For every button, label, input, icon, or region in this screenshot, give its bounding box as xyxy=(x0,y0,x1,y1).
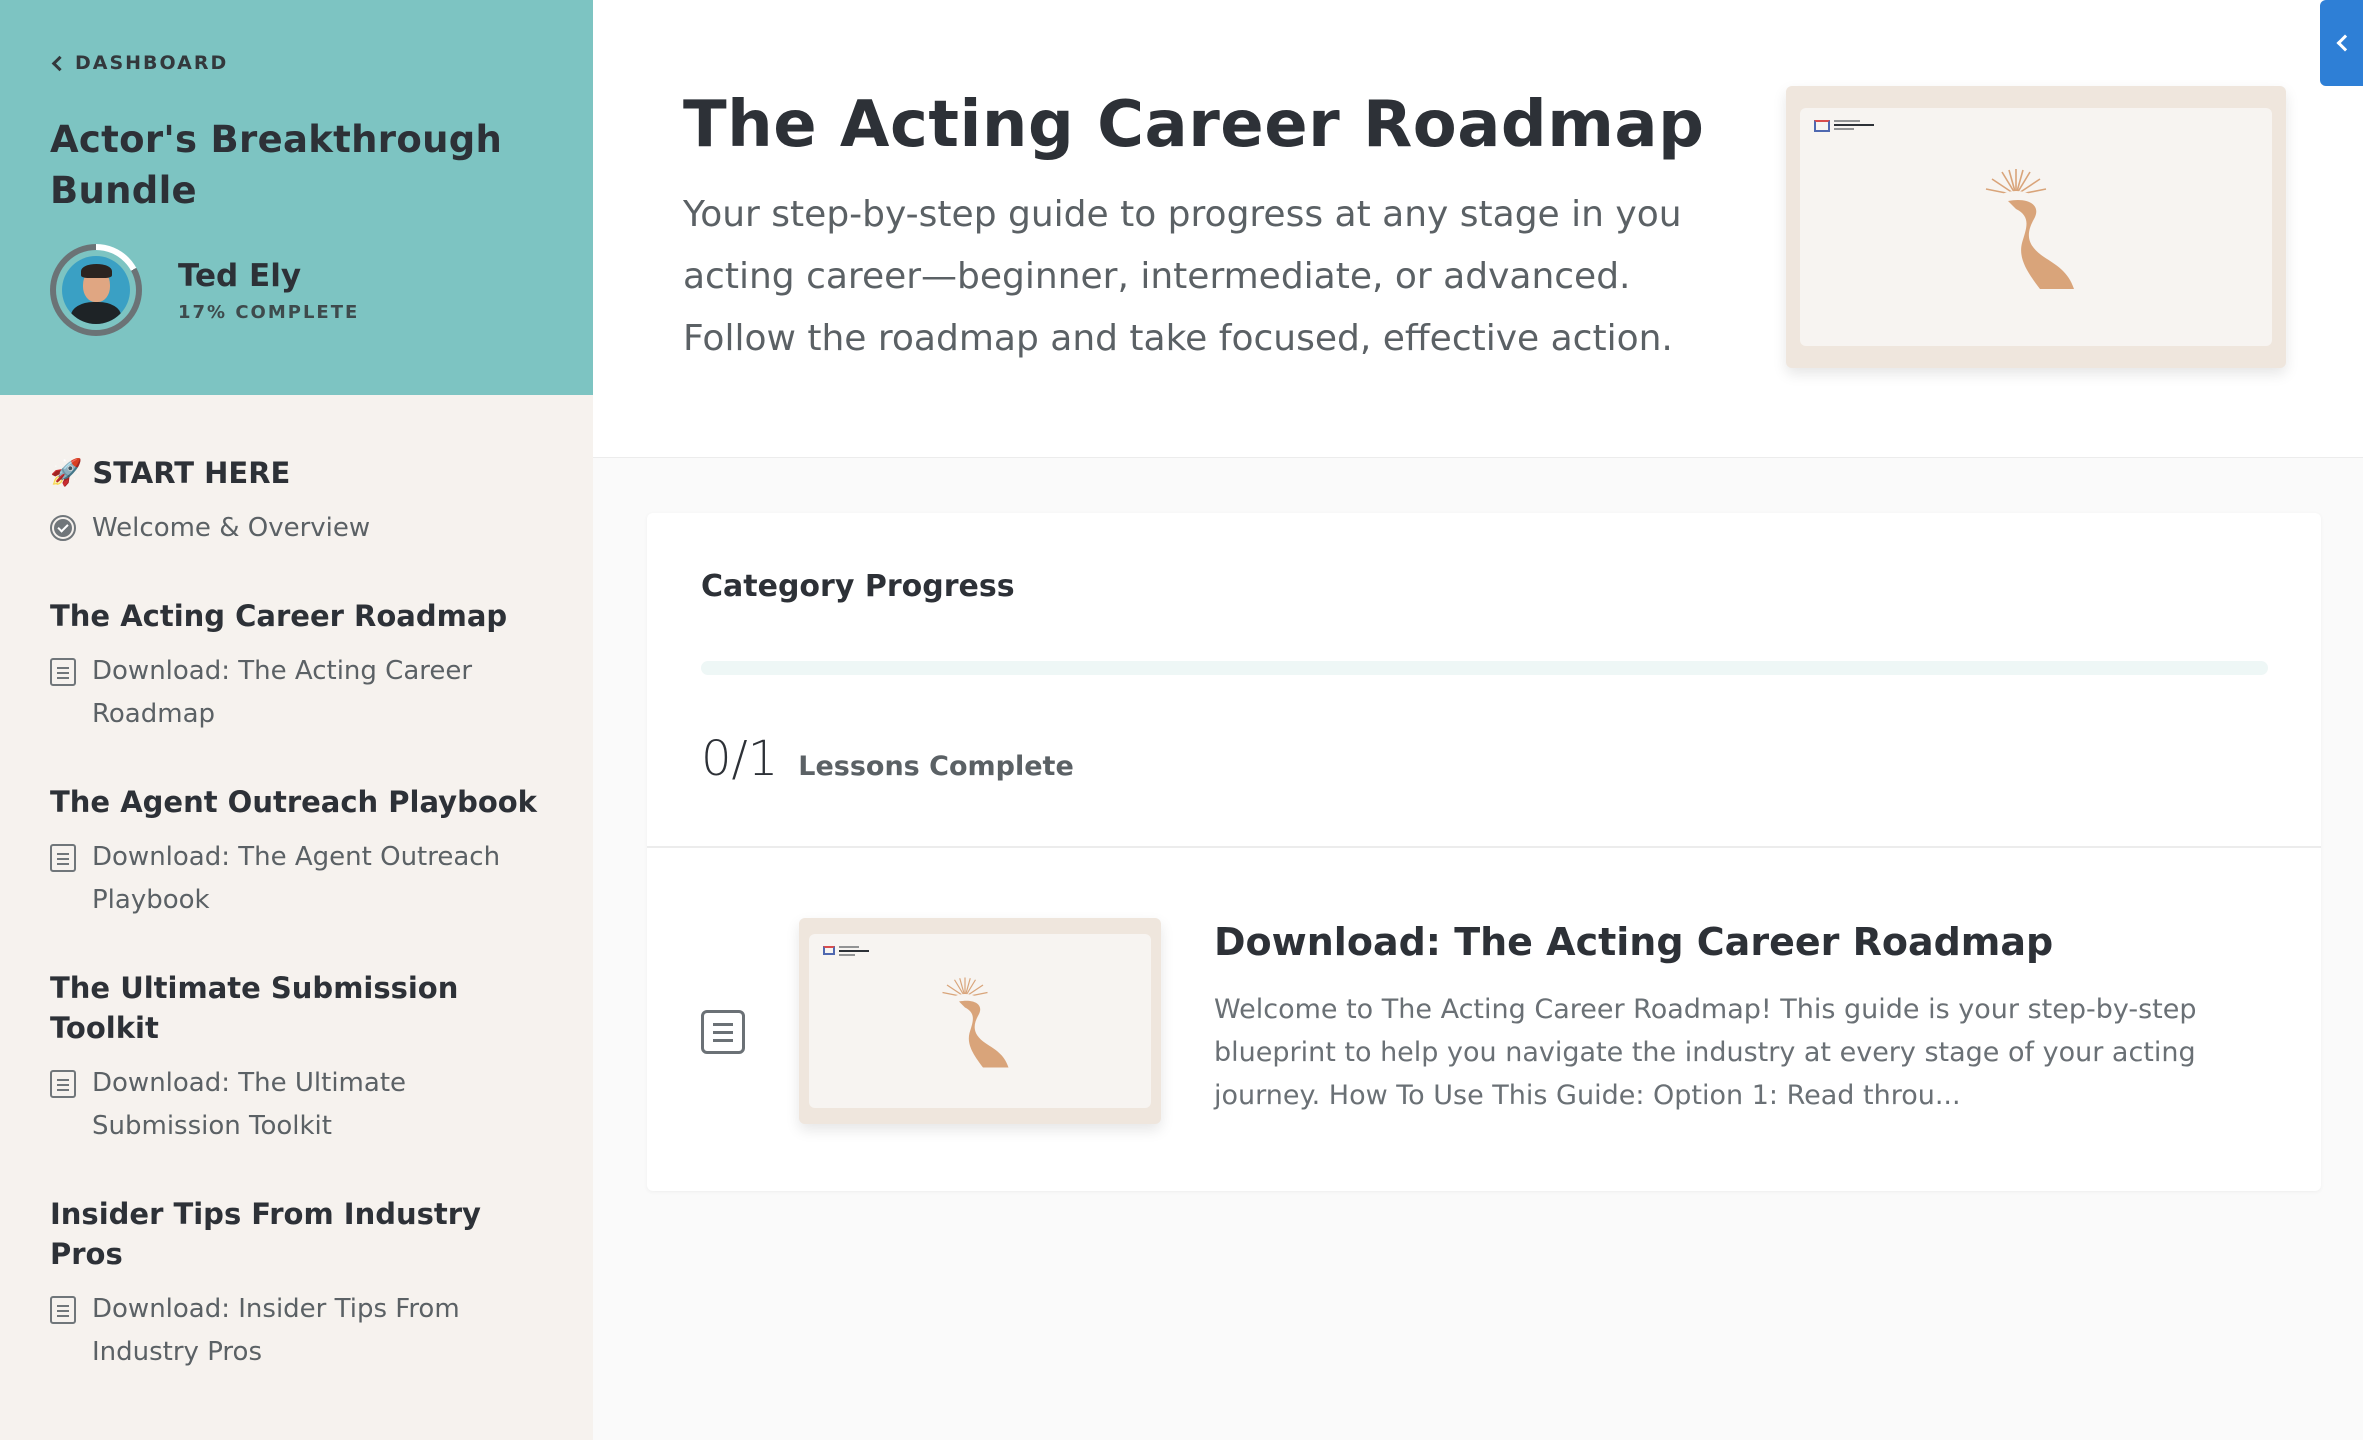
nav-section: The Acting Career Roadmap Download: The … xyxy=(50,596,543,736)
lessons-complete-count: 0/1 Lessons Complete xyxy=(701,731,1074,787)
document-icon xyxy=(50,844,76,872)
nav-section: Insider Tips From Industry Pros Download… xyxy=(50,1194,543,1374)
check-circle-icon xyxy=(50,515,76,541)
completed-label: Lessons Complete xyxy=(798,751,1074,782)
student-info: Ted Ely 17% COMPLETE xyxy=(50,244,543,336)
section-title[interactable]: 🚀 START HERE xyxy=(50,453,543,493)
dashboard-back-link[interactable]: DASHBOARD xyxy=(50,52,543,74)
lesson-description: Welcome to The Acting Career Roadmap! Th… xyxy=(1214,994,2197,1111)
chevron-left-icon xyxy=(51,55,68,71)
progress-ring xyxy=(50,244,142,336)
category-hero: The Acting Career Roadmap Your step-by-s… xyxy=(593,0,2363,458)
lesson-row[interactable]: Download: The Acting Career Roadmap Welc… xyxy=(647,848,2321,1191)
sidebar-lesson-submission-toolkit[interactable]: Download: The Ultimate Submission Toolki… xyxy=(50,1062,543,1148)
section-title[interactable]: Insider Tips From Industry Pros xyxy=(50,1194,543,1274)
lesson-title[interactable]: Download: The Acting Career Roadmap xyxy=(1214,920,2053,964)
road-sunrise-illustration xyxy=(942,977,1009,1068)
section-title[interactable]: The Ultimate Submission Toolkit xyxy=(50,968,543,1048)
course-nav: 🚀 START HERE Welcome & Overview The Acti… xyxy=(0,395,593,1374)
category-thumbnail xyxy=(1786,86,2286,368)
chevron-left-icon xyxy=(2336,34,2353,52)
sidebar-lesson-acting-roadmap[interactable]: Download: The Acting Career Roadmap xyxy=(50,650,543,736)
course-title: Actor's Breakthrough Bundle xyxy=(50,118,503,212)
collapse-sidebar-button[interactable] xyxy=(2320,0,2363,86)
avatar xyxy=(62,256,130,324)
dashboard-label: DASHBOARD xyxy=(75,52,229,74)
sidebar: DASHBOARD Actor's Breakthrough Bundle Te… xyxy=(0,0,593,1440)
page-description: Your step-by-step guide to progress at a… xyxy=(683,194,1682,359)
nav-section: The Agent Outreach Playbook Download: Th… xyxy=(50,782,543,922)
document-icon xyxy=(50,658,76,686)
bundle-logo xyxy=(823,946,869,956)
sidebar-lesson-agent-outreach[interactable]: Download: The Agent Outreach Playbook xyxy=(50,836,543,922)
sidebar-lesson-welcome[interactable]: Welcome & Overview xyxy=(50,507,543,550)
document-icon xyxy=(50,1070,76,1098)
document-icon xyxy=(701,1010,745,1054)
category-progress-bar xyxy=(701,661,2268,675)
bundle-logo xyxy=(1814,120,1874,132)
nav-section: 🚀 START HERE Welcome & Overview xyxy=(50,453,543,550)
rocket-icon: 🚀 xyxy=(50,458,83,488)
page-title: The Acting Career Roadmap xyxy=(683,88,1705,162)
section-title[interactable]: The Agent Outreach Playbook xyxy=(50,782,543,822)
student-progress: 17% COMPLETE xyxy=(178,301,360,323)
student-name: Ted Ely xyxy=(178,257,302,294)
document-icon xyxy=(50,1296,76,1324)
road-sunrise-illustration xyxy=(1985,169,2074,289)
section-title[interactable]: The Acting Career Roadmap xyxy=(50,596,543,636)
sidebar-lesson-insider-tips[interactable]: Download: Insider Tips From Industry Pro… xyxy=(50,1288,543,1374)
lesson-thumbnail[interactable] xyxy=(799,918,1161,1124)
completed-count: 0/1 xyxy=(701,731,779,787)
nav-section: The Ultimate Submission Toolkit Download… xyxy=(50,968,543,1148)
card-title: Category Progress xyxy=(701,569,1015,604)
sidebar-header: DASHBOARD Actor's Breakthrough Bundle Te… xyxy=(0,0,593,395)
category-progress-card: Category Progress 0/1 Lessons Complete D… xyxy=(647,513,2321,1191)
